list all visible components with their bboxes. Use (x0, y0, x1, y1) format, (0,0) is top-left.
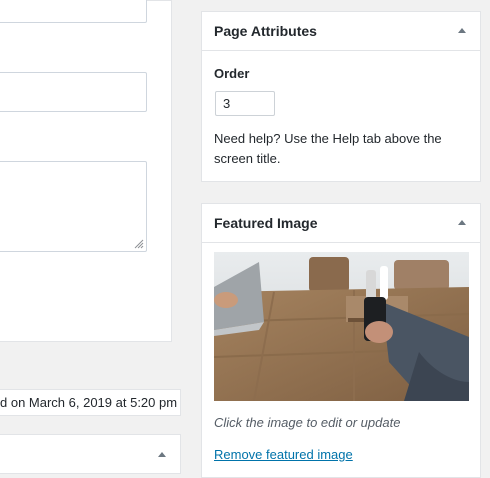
featured-image-box: Featured Image Click the image to edit o… (201, 203, 481, 478)
remove-featured-image-link[interactable]: Remove featured image (214, 447, 353, 462)
resize-grip-icon[interactable] (134, 239, 144, 249)
page-attributes-header[interactable]: Page Attributes (202, 12, 480, 51)
textarea-field[interactable] (0, 161, 147, 252)
text-field[interactable] (0, 72, 147, 112)
caret-up-icon[interactable] (458, 220, 466, 225)
order-label: Order (214, 66, 250, 81)
caret-up-icon[interactable] (458, 28, 466, 33)
featured-image-caption: Click the image to edit or update (214, 415, 401, 430)
caret-up-icon[interactable] (158, 452, 166, 457)
featured-photo[interactable] (214, 252, 469, 401)
last-edited-text: d on March 6, 2019 at 5:20 pm (0, 395, 178, 410)
page-attributes-box: Page Attributes Order 3 Need help? Use t… (201, 11, 481, 182)
order-input[interactable]: 3 (215, 91, 275, 116)
help-text: Need help? Use the Help tab above the sc… (214, 131, 442, 166)
text-field-top[interactable] (0, 0, 147, 23)
featured-image-thumbnail[interactable] (214, 252, 469, 401)
featured-image-header[interactable]: Featured Image (202, 204, 480, 243)
last-edited-status: d on March 6, 2019 at 5:20 pm (0, 389, 181, 416)
main-editor-panel (0, 0, 172, 342)
featured-image-title: Featured Image (214, 215, 318, 231)
page-attributes-title: Page Attributes (214, 23, 317, 39)
collapsed-metabox[interactable] (0, 434, 181, 474)
